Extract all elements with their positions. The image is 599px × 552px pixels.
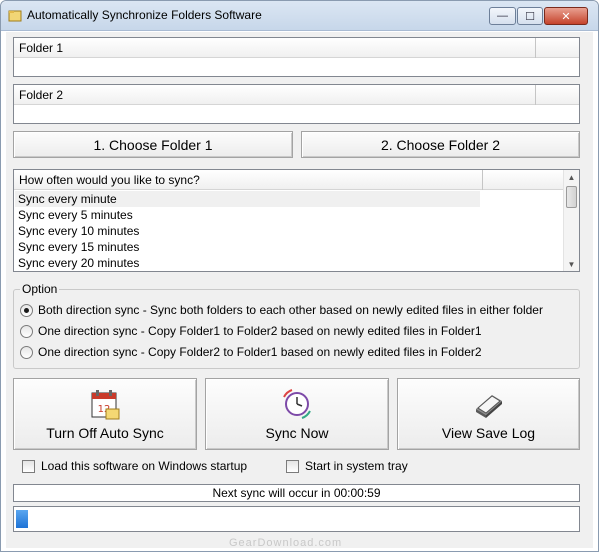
calendar-icon: 12 xyxy=(91,390,120,420)
option-group: Option Both direction sync - Sync both f… xyxy=(13,282,580,369)
app-window: Automatically Synchronize Folders Softwa… xyxy=(0,0,599,552)
turn-off-auto-sync-label: Turn Off Auto Sync xyxy=(46,425,164,441)
folder1-label: Folder 1 xyxy=(19,41,64,55)
startup-checkbox-label: Load this software on Windows startup xyxy=(41,459,248,473)
sync-list-header-label: How often would you like to sync? xyxy=(19,173,200,187)
view-save-log-button[interactable]: View Save Log xyxy=(397,378,580,450)
startup-checkbox[interactable] xyxy=(22,459,35,473)
log-book-icon xyxy=(475,395,502,418)
list-item[interactable]: Sync every 20 minutes xyxy=(18,255,139,271)
tray-checkbox-row[interactable]: Start in system tray xyxy=(286,458,408,474)
view-save-log-label: View Save Log xyxy=(441,425,536,441)
turn-off-auto-sync-button[interactable]: 12 Turn Off Auto Sync xyxy=(13,378,197,450)
radio-button[interactable] xyxy=(20,303,33,317)
folder1-path-field[interactable] xyxy=(16,60,575,74)
folder2-panel: Folder 2 xyxy=(13,84,580,124)
list-item-label: Sync every 10 minutes xyxy=(18,224,140,238)
folder1-panel: Folder 1 xyxy=(13,37,580,77)
list-item-label: Sync every 5 minutes xyxy=(18,208,133,222)
tray-checkbox[interactable] xyxy=(286,459,299,473)
sync-list-header: How often would you like to sync? xyxy=(14,170,563,190)
radio-button[interactable] xyxy=(20,345,33,359)
header-separator xyxy=(535,38,536,58)
progress-fill xyxy=(16,510,28,528)
folder2-header: Folder 2 xyxy=(14,85,579,105)
minimize-icon: — xyxy=(497,10,508,22)
maximize-button[interactable]: ☐ xyxy=(517,7,543,25)
title-bar[interactable]: Automatically Synchronize Folders Softwa… xyxy=(1,1,598,31)
radio-button[interactable] xyxy=(20,324,33,338)
choose-folder1-button[interactable]: 1. Choose Folder 1 xyxy=(13,131,293,158)
startup-checkbox-row[interactable]: Load this software on Windows startup xyxy=(22,458,247,474)
list-item-label: Sync every 15 minutes xyxy=(18,240,140,254)
header-separator xyxy=(482,170,483,190)
sync-now-label: Sync Now xyxy=(265,425,329,441)
option-radio-folder1-to-folder2[interactable]: One direction sync - Copy Folder1 to Fol… xyxy=(20,323,482,339)
radio-label: Both direction sync - Sync both folders … xyxy=(38,303,543,317)
window-title: Automatically Synchronize Folders Softwa… xyxy=(27,8,262,22)
minimize-button[interactable]: — xyxy=(489,7,516,25)
tray-checkbox-label: Start in system tray xyxy=(305,459,408,473)
close-icon: ✕ xyxy=(561,10,571,23)
scroll-down-icon[interactable]: ▼ xyxy=(564,257,579,271)
list-scrollbar[interactable]: ▲ ▼ xyxy=(563,170,579,271)
client-area: Folder 1 Folder 2 1. Choose Folder 1 2. … xyxy=(6,32,593,548)
app-icon xyxy=(8,10,22,22)
watermark-text: GearDownload.com xyxy=(229,537,343,549)
list-item[interactable]: Sync every 5 minutes xyxy=(18,207,133,223)
folder2-path-field[interactable] xyxy=(16,107,575,121)
sync-interval-list[interactable]: How often would you like to sync? Sync e… xyxy=(13,169,580,272)
next-sync-text: Next sync will occur in 00:00:59 xyxy=(212,486,381,500)
choose-folder2-label: 2. Choose Folder 2 xyxy=(380,136,501,153)
radio-label: One direction sync - Copy Folder1 to Fol… xyxy=(38,324,482,338)
folder2-label: Folder 2 xyxy=(19,88,64,102)
folder1-header: Folder 1 xyxy=(14,38,579,58)
sync-clock-icon xyxy=(283,389,311,419)
close-button[interactable]: ✕ xyxy=(544,7,588,25)
header-separator xyxy=(535,85,536,105)
list-item-label: Sync every 20 minutes xyxy=(18,256,140,270)
option-radio-both[interactable]: Both direction sync - Sync both folders … xyxy=(20,302,543,318)
option-radio-folder2-to-folder1[interactable]: One direction sync - Copy Folder2 to Fol… xyxy=(20,344,482,360)
list-item[interactable]: Sync every 15 minutes xyxy=(18,239,139,255)
choose-folder1-label: 1. Choose Folder 1 xyxy=(93,136,213,153)
list-item[interactable]: Sync every minute xyxy=(15,191,480,207)
list-item[interactable]: Sync every 10 minutes xyxy=(18,223,139,239)
sync-progress-bar xyxy=(13,506,580,532)
list-item-label: Sync every minute xyxy=(18,192,117,206)
next-sync-status: Next sync will occur in 00:00:59 xyxy=(13,484,580,502)
maximize-icon: ☐ xyxy=(525,10,535,23)
radio-label: One direction sync - Copy Folder2 to Fol… xyxy=(38,345,482,359)
scroll-thumb[interactable] xyxy=(566,186,577,208)
option-group-label: Option xyxy=(20,282,60,296)
choose-folder2-button[interactable]: 2. Choose Folder 2 xyxy=(301,131,580,158)
sync-now-button[interactable]: Sync Now xyxy=(205,378,389,450)
scroll-up-icon[interactable]: ▲ xyxy=(564,170,579,184)
